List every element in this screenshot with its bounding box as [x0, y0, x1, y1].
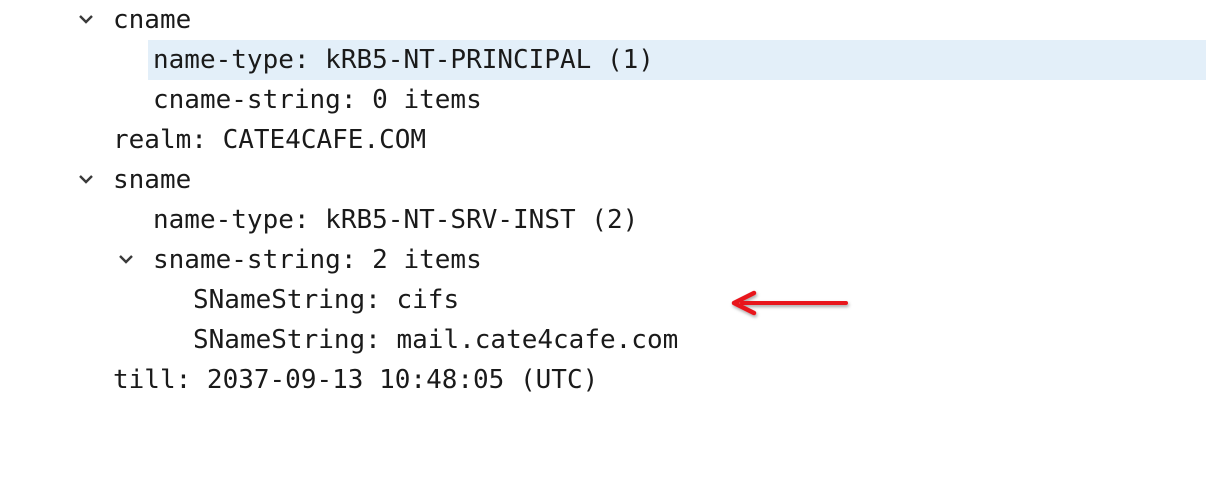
tree-row-snamestring-cifs[interactable]: SNameString: cifs: [0, 280, 1206, 320]
tree-row-cname-name-type[interactable]: name-type: kRB5-NT-PRINCIPAL (1): [148, 40, 1206, 80]
tree-row-label: till: 2037-09-13 10:48:05 (UTC): [113, 365, 599, 395]
tree-row-label: realm: CATE4CAFE.COM: [113, 125, 427, 155]
tree-row-sname-name-type[interactable]: name-type: kRB5-NT-SRV-INST (2): [0, 200, 1206, 240]
tree-row-sname[interactable]: sname: [0, 160, 1206, 200]
chevron-down-icon[interactable]: [78, 160, 98, 200]
tree-row-snamestring-mail[interactable]: SNameString: mail.cate4cafe.com: [0, 320, 1206, 360]
tree-row-till[interactable]: till: 2037-09-13 10:48:05 (UTC): [0, 360, 1206, 400]
tree-row-label: SNameString: cifs: [193, 285, 460, 315]
tree-row-label: SNameString: mail.cate4cafe.com: [193, 325, 679, 355]
tree-row-label: sname-string: 2 items: [153, 245, 482, 275]
chevron-down-icon[interactable]: [78, 0, 98, 40]
tree-row-sname-string[interactable]: sname-string: 2 items: [0, 240, 1206, 280]
tree-row-label: cname: [113, 5, 192, 35]
tree-row-label: name-type: kRB5-NT-PRINCIPAL (1): [153, 45, 654, 75]
red-arrow-icon: [728, 286, 853, 326]
tree-row-realm[interactable]: realm: CATE4CAFE.COM: [0, 120, 1206, 160]
tree-row-label: name-type: kRB5-NT-SRV-INST (2): [153, 205, 639, 235]
tree-row-label: cname-string: 0 items: [153, 85, 482, 115]
tree-row-cname[interactable]: cname: [0, 0, 1206, 40]
tree-row-cname-string[interactable]: cname-string: 0 items: [0, 80, 1206, 120]
chevron-down-icon[interactable]: [118, 240, 138, 280]
tree-row-label: sname: [113, 165, 192, 195]
